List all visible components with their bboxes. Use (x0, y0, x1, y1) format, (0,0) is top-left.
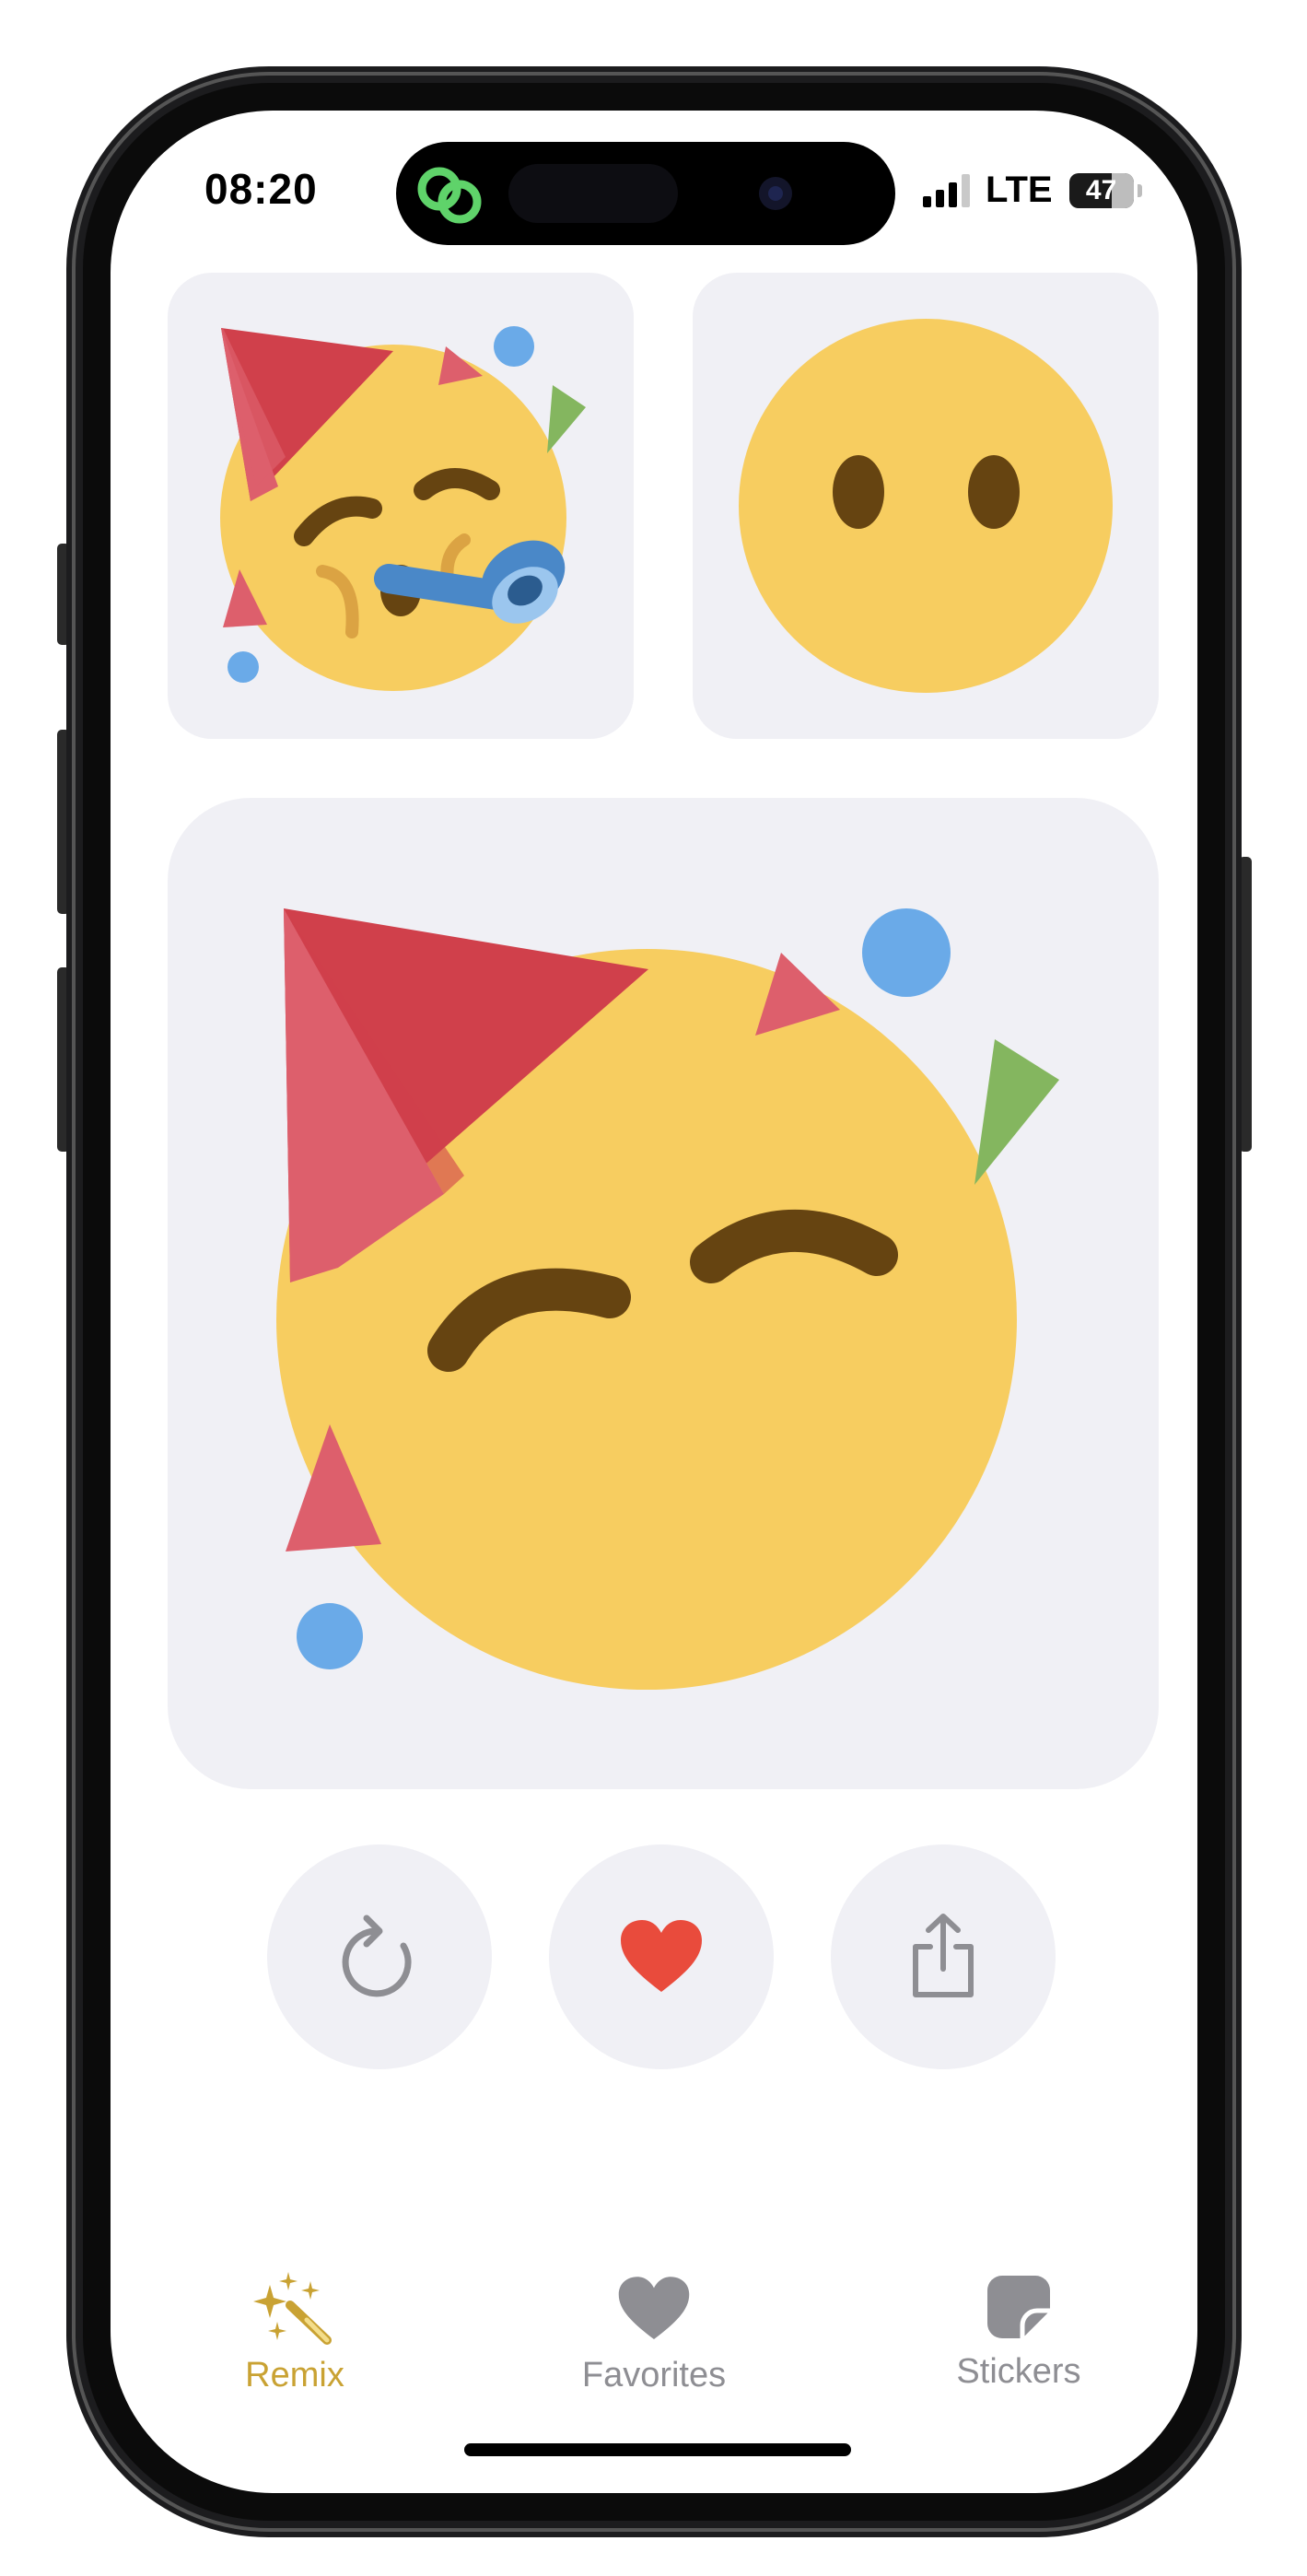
remix-again-button[interactable] (267, 1844, 492, 2069)
tab-stickers-label: Stickers (956, 2352, 1081, 2391)
battery-indicator: 47 (1068, 172, 1134, 208)
preview-card-no-mouth[interactable] (693, 273, 1159, 739)
tab-favorites-label: Favorites (581, 2356, 727, 2395)
no-mouth-face-icon (739, 319, 1113, 693)
tab-stickers[interactable]: Stickers (899, 2272, 1138, 2392)
partying-face-sticker (276, 908, 1059, 1690)
refresh-icon (342, 1914, 412, 1997)
battery-nub (1137, 183, 1142, 197)
status-time: 08:20 (204, 165, 318, 213)
share-icon (913, 1914, 974, 1997)
tab-remix-label: Remix (245, 2356, 344, 2395)
home-indicator (464, 2443, 851, 2456)
status-indicators: LTE 47 (923, 170, 1142, 211)
battery-level: 47 (1085, 174, 1117, 205)
heart-icon (618, 2277, 690, 2340)
preview-card-partying[interactable] (168, 273, 634, 739)
favorite-button[interactable] (549, 1844, 774, 2069)
signal-icon (923, 173, 970, 207)
sticker-icon (987, 2276, 1050, 2338)
network-type: LTE (986, 170, 1053, 210)
tab-favorites[interactable]: Favorites (534, 2272, 774, 2395)
tab-remix[interactable]: Remix (175, 2272, 414, 2395)
magic-wand-icon (253, 2272, 332, 2345)
share-button[interactable] (831, 1844, 1056, 2069)
main-sticker-card (168, 798, 1159, 1789)
partying-face-icon (220, 326, 586, 691)
heart-icon (621, 1920, 702, 1992)
